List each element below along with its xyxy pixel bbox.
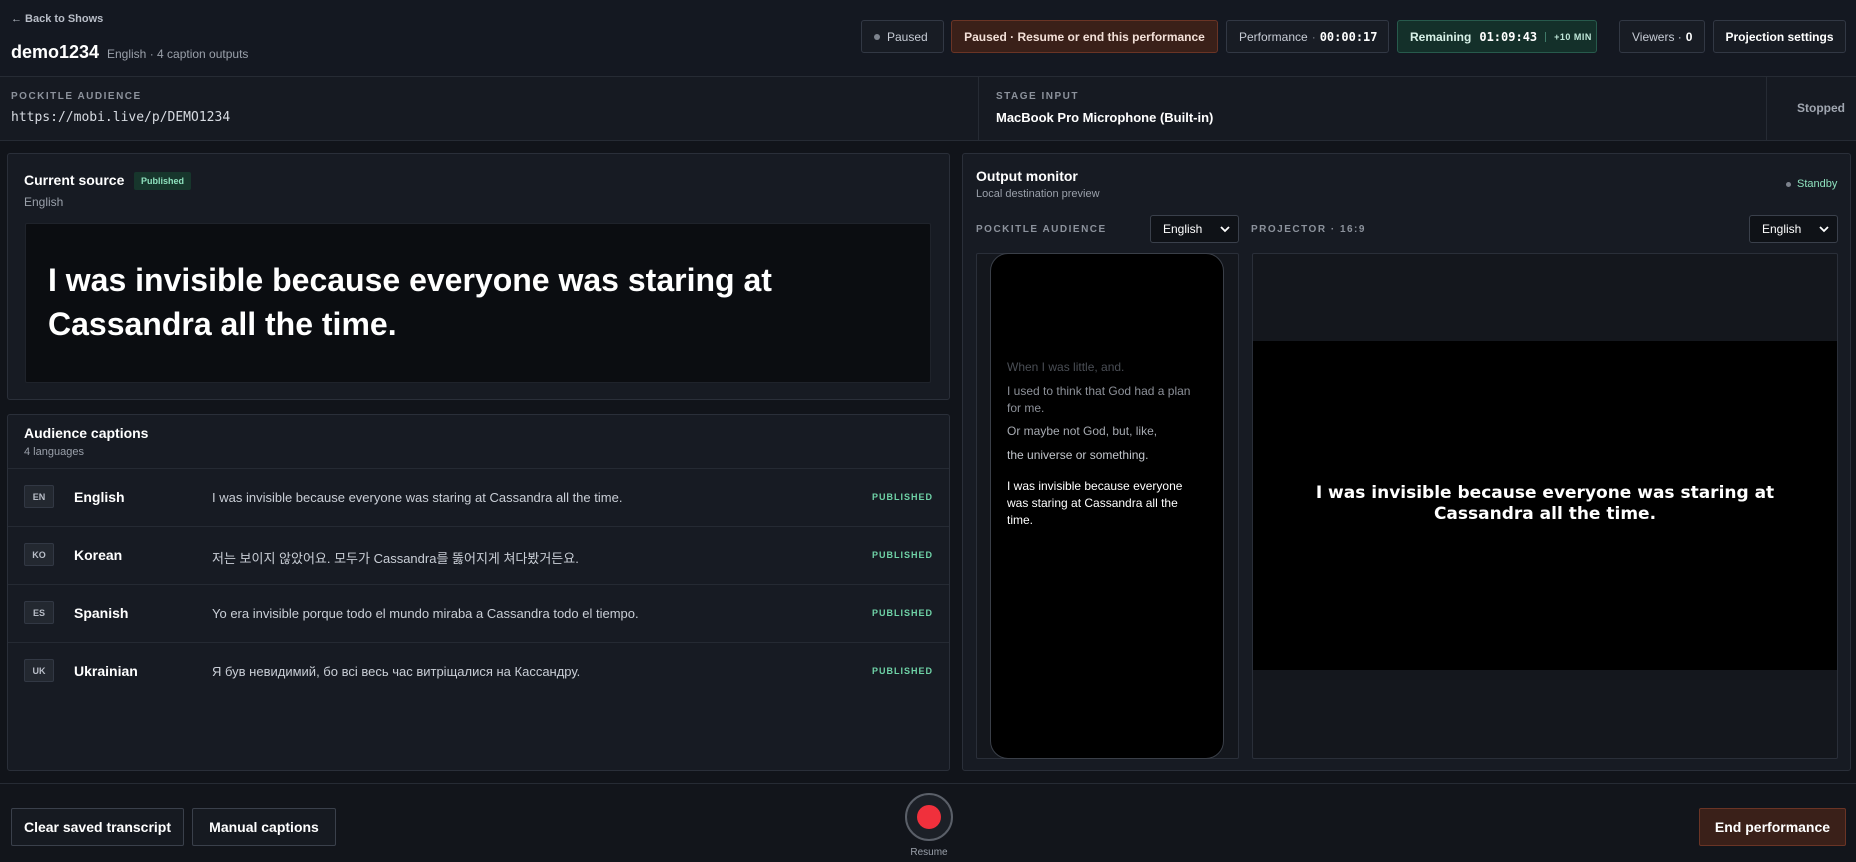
- projector-caption-text: I was invisible because everyone was sta…: [1315, 483, 1775, 524]
- projector-language-select[interactable]: English: [1749, 215, 1838, 243]
- info-bar: [0, 77, 1856, 141]
- manual-captions-button[interactable]: Manual captions: [192, 808, 336, 846]
- phone-caption-line: the universe or something.: [1007, 448, 1149, 462]
- info-divider: [1766, 77, 1767, 141]
- viewers-chip: Viewers · 0: [1619, 20, 1705, 53]
- monitor-status: Standby: [1786, 178, 1837, 190]
- language-code-badge: EN: [24, 485, 54, 508]
- projection-settings-button[interactable]: Projection settings: [1713, 20, 1846, 53]
- audience-captions-title: Audience captions: [24, 425, 149, 441]
- output-monitor-subtitle: Local destination preview: [976, 188, 1100, 200]
- chevron-down-icon: [1819, 226, 1829, 233]
- status-dot-icon: [874, 33, 880, 40]
- audience-url[interactable]: https://mobi.live/p/DEMO1234: [11, 110, 230, 125]
- viewers-label: Viewers ·: [1632, 29, 1682, 44]
- remaining-timer: Remaining 01:09:43 +10 MIN: [1397, 20, 1597, 53]
- caption-text: Yo era invisible porque todo el mundo mi…: [212, 606, 639, 621]
- clear-transcript-button[interactable]: Clear saved transcript: [11, 808, 184, 846]
- audience-preview-label: POCKITLE AUDIENCE: [976, 224, 1107, 235]
- projector-preview-label: PROJECTOR · 16:9: [1251, 224, 1366, 235]
- paused-status-label: Paused: [887, 29, 928, 44]
- remaining-time: 01:09:43: [1479, 29, 1538, 44]
- add-ten-minutes-button[interactable]: +10 MIN: [1545, 31, 1592, 42]
- audience-language-select[interactable]: English: [1150, 215, 1239, 243]
- input-status: Stopped: [1797, 101, 1845, 115]
- language-name: Ukrainian: [74, 663, 138, 679]
- language-name: Korean: [74, 547, 123, 563]
- resume-record-button[interactable]: [905, 793, 953, 841]
- published-badge: Published: [134, 172, 192, 190]
- resume-label: Resume: [910, 847, 948, 858]
- audience-language-value: English: [1163, 222, 1203, 236]
- resume-or-end-button[interactable]: Paused · Resume or end this performance: [951, 20, 1218, 53]
- monitor-status-label: Standby: [1797, 178, 1838, 190]
- output-monitor-title: Output monitor: [976, 168, 1078, 184]
- caption-row-ukrainian[interactable]: UK Ukrainian Я був невидимий, бо всі вес…: [8, 643, 949, 701]
- projector-language-value: English: [1762, 222, 1802, 236]
- stage-input-label: STAGE INPUT: [996, 91, 1079, 102]
- paused-status-chip: Paused: [861, 20, 944, 53]
- language-name: Spanish: [74, 605, 129, 621]
- audience-url-label: POCKITLE AUDIENCE: [11, 91, 142, 102]
- caption-status: PUBLISHED: [871, 666, 933, 676]
- chevron-down-icon: [1220, 226, 1230, 233]
- current-source-title: Current source: [24, 172, 125, 188]
- performance-label: Performance: [1239, 29, 1308, 44]
- show-subtitle: English · 4 caption outputs: [107, 47, 249, 61]
- status-dot-icon: [1786, 181, 1791, 187]
- caption-status: PUBLISHED: [871, 492, 933, 502]
- caption-text: Я був невидимий, бо всі весь час витріща…: [212, 664, 581, 679]
- caption-status: PUBLISHED: [871, 608, 933, 618]
- back-to-shows-link[interactable]: ← Back to Shows: [11, 13, 103, 25]
- audience-captions-subtitle: 4 languages: [24, 446, 84, 458]
- stage-input-device[interactable]: MacBook Pro Microphone (Built-in): [996, 110, 1213, 125]
- phone-caption-line: When I was little, and.: [1007, 360, 1125, 374]
- viewers-count: 0: [1685, 29, 1693, 44]
- caption-text: 저는 보이지 않았어요. 모두가 Cassandra를 뚫어지게 쳐다봤거든요.: [212, 551, 579, 566]
- performance-timer: Performance · 00:00:17: [1226, 20, 1389, 53]
- caption-row-english[interactable]: EN English I was invisible because every…: [8, 469, 949, 527]
- caption-text: I was invisible because everyone was sta…: [212, 490, 623, 505]
- language-code-badge: ES: [24, 601, 54, 624]
- language-code-badge: KO: [24, 543, 54, 566]
- end-performance-button[interactable]: End performance: [1699, 808, 1846, 846]
- language-code-badge: UK: [24, 659, 54, 682]
- caption-row-korean[interactable]: KO Korean 저는 보이지 않았어요. 모두가 Cassandra를 뚫어…: [8, 527, 949, 585]
- caption-status: PUBLISHED: [871, 550, 933, 560]
- current-source-language: English: [24, 195, 64, 209]
- phone-caption-line: Or maybe not God, but, like,: [1007, 424, 1158, 438]
- show-title: demo1234: [11, 42, 100, 62]
- phone-caption-current: I was invisible because everyone was sta…: [1007, 479, 1183, 527]
- source-caption-text: I was invisible because everyone was sta…: [48, 262, 772, 342]
- performance-time: 00:00:17: [1319, 29, 1378, 44]
- phone-caption-line: I used to think that God had a plan for …: [1007, 384, 1191, 415]
- record-icon: [917, 805, 941, 829]
- language-name: English: [74, 489, 125, 505]
- info-divider: [978, 77, 979, 141]
- remaining-label: Remaining: [1410, 29, 1472, 44]
- caption-row-spanish[interactable]: ES Spanish Yo era invisible porque todo …: [8, 585, 949, 643]
